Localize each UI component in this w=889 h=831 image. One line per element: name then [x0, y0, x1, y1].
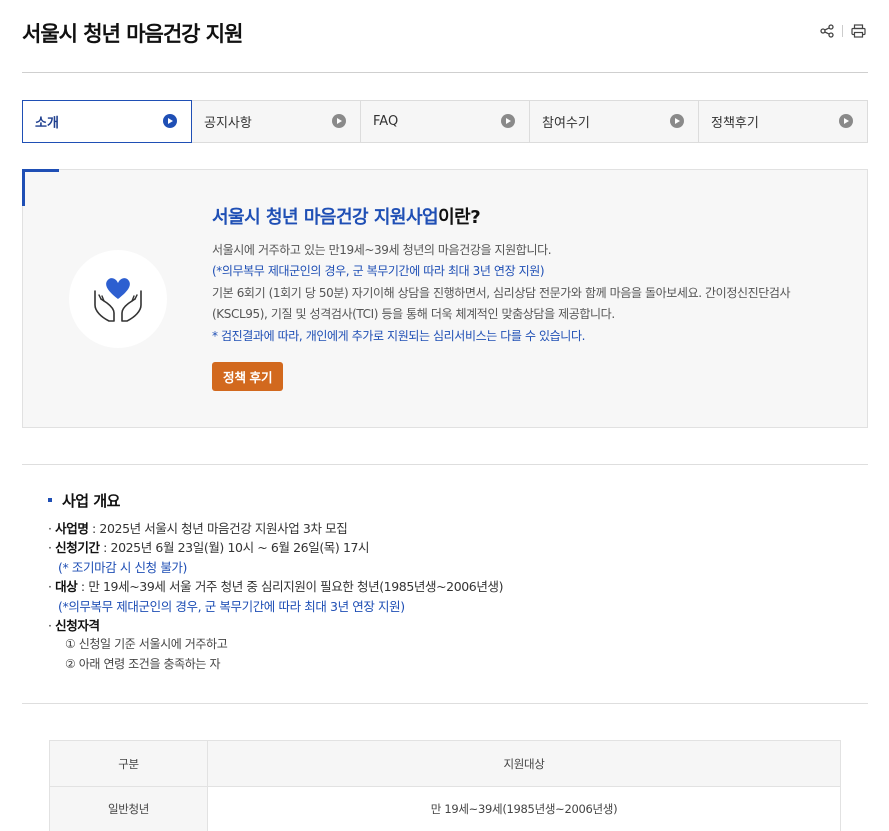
intro-line: (KSCL95), 기질 및 성격검사(TCI) 등을 통해 더욱 체계적인 맞… — [212, 307, 615, 322]
item-note: (* 조기마감 시 신청 불가) — [58, 559, 187, 575]
heart-hands-icon — [69, 250, 167, 348]
tab-faq[interactable]: FAQ — [361, 101, 530, 142]
header-separator — [842, 25, 843, 37]
share-icon[interactable] — [820, 24, 834, 38]
play-arrow-icon — [163, 114, 177, 128]
overview-title: 사업 개요 — [48, 489, 503, 511]
corner-accent — [22, 169, 59, 172]
overview-item: · 신청기간 : 2025년 6월 23일(월) 10시 ~ 6월 26일(목)… — [48, 540, 370, 556]
play-arrow-icon — [670, 114, 684, 128]
play-arrow-icon — [332, 114, 346, 128]
item-value: : 2025년 서울시 청년 마음건강 지원사업 3차 모집 — [88, 521, 348, 536]
tab-label: 공지사항 — [204, 116, 252, 131]
item-label: 신청기간 — [55, 540, 100, 556]
item-label: 신청자격 — [55, 618, 100, 634]
intro-line: 서울시에 거주하고 있는 만19세~39세 청년의 마음건강을 지원합니다. — [212, 243, 552, 257]
table-header-cell: 구분 — [49, 740, 208, 787]
play-arrow-icon — [839, 114, 853, 128]
eligibility-sub-item: ② 아래 연령 조건을 충족하는 자 — [65, 656, 221, 671]
page-header: 서울시 청년 마음건강 지원 — [22, 0, 868, 73]
eligibility-table: 구분 지원대상 일반청년 만 19세~39세(1985년생~2006년생) — [49, 740, 841, 831]
tab-bar: 소개 공지사항 FAQ 참여수기 정책후기 — [22, 100, 868, 143]
table-header-cell: 지원대상 — [207, 740, 841, 787]
overview-item: · 사업명 : 2025년 서울시 청년 마음건강 지원사업 3차 모집 — [48, 521, 348, 536]
corner-accent — [22, 169, 25, 206]
overview-item: · 신청자격 — [48, 618, 100, 634]
play-arrow-icon — [501, 114, 515, 128]
table-header-row: 구분 지원대상 — [49, 740, 841, 787]
tab-label: 참여수기 — [542, 116, 590, 131]
item-note: (*의무복무 제대군인의 경우, 군 복무기간에 따라 최대 3년 연장 지원) — [58, 598, 405, 614]
overview-section: 사업 개요 · 사업명 : 2025년 서울시 청년 마음건강 지원사업 3차 … — [48, 489, 503, 674]
intro-line: (*의무복무 제대군인의 경우, 군 복무기간에 따라 최대 3년 연장 지원) — [212, 264, 545, 279]
intro-line: * 검진결과에 따라, 개인에게 추가로 지원되는 심리서비스는 다를 수 있습… — [212, 328, 586, 343]
table-cell: 일반청년 — [49, 786, 208, 831]
tab-label: 정책후기 — [711, 116, 759, 131]
item-label: 대상 — [55, 579, 78, 595]
table-cell: 만 19세~39세(1985년생~2006년생) — [207, 786, 841, 831]
policy-review-button[interactable]: 정책 후기 — [212, 362, 284, 391]
eligibility-sub-item: ① 신청일 기준 서울시에 거주하고 — [65, 637, 228, 652]
item-label: 사업명 — [55, 521, 89, 536]
intro-description: 서울시에 거주하고 있는 만19세~39세 청년의 마음건강을 지원합니다. (… — [212, 240, 852, 347]
intro-heading-highlight: 서울시 청년 마음건강 지원사업 — [212, 207, 439, 228]
tab-label: FAQ — [373, 114, 399, 129]
intro-line: 기본 6회기 (1회기 당 50분) 자기이해 상담을 진행하면서, 심리상담 … — [212, 285, 791, 300]
overview-list: · 사업명 : 2025년 서울시 청년 마음건강 지원사업 3차 모집 · 신… — [48, 519, 503, 674]
intro-heading-suffix: 이란? — [438, 207, 481, 228]
tab-label: 소개 — [35, 116, 59, 131]
section-divider — [22, 703, 868, 704]
tab-policy-review[interactable]: 정책후기 — [699, 101, 867, 142]
section-divider — [22, 464, 868, 465]
print-icon[interactable] — [851, 24, 866, 38]
overview-title-text: 사업 개요 — [62, 491, 120, 510]
overview-item: · 대상 : 만 19세~39세 서울 거주 청년 중 심리지원이 필요한 청년… — [48, 579, 504, 595]
item-value: : 만 19세~39세 서울 거주 청년 중 심리지원이 필요한 청년(1985… — [77, 579, 504, 595]
table-row: 일반청년 만 19세~39세(1985년생~2006년생) — [49, 786, 841, 831]
header-tools — [820, 24, 866, 38]
bullet-square-icon — [48, 498, 52, 502]
tab-notice[interactable]: 공지사항 — [192, 101, 361, 142]
tab-intro[interactable]: 소개 — [22, 100, 192, 143]
page-title: 서울시 청년 마음건강 지원 — [22, 22, 243, 46]
tab-participation-review[interactable]: 참여수기 — [530, 101, 699, 142]
item-value: : 2025년 6월 23일(월) 10시 ~ 6월 26일(목) 17시 — [99, 540, 370, 556]
intro-heading: 서울시 청년 마음건강 지원사업이란? — [212, 203, 481, 229]
intro-box: 서울시 청년 마음건강 지원사업이란? 서울시에 거주하고 있는 만19세~39… — [22, 169, 868, 428]
